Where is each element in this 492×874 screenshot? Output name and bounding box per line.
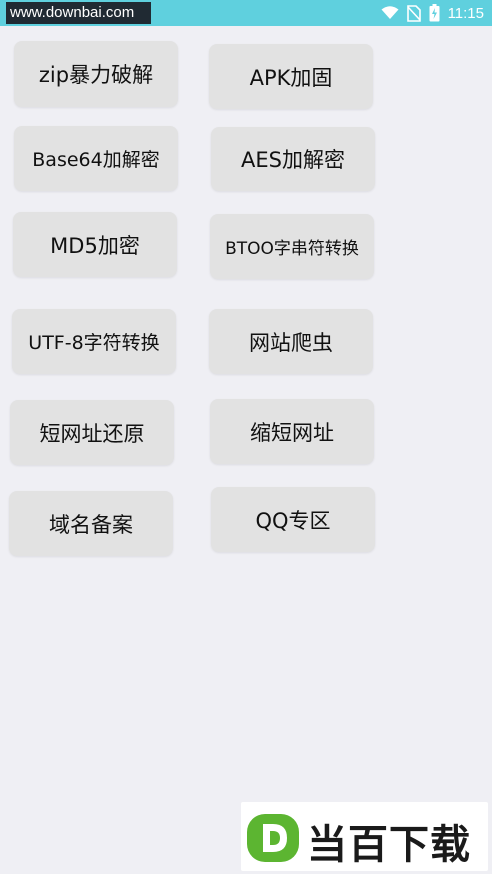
base64-button[interactable]: Base64加解密 — [14, 126, 178, 191]
shorten-url-button[interactable]: 缩短网址 — [210, 399, 374, 464]
battery-charging-icon — [429, 4, 440, 22]
short-url-restore-button[interactable]: 短网址还原 — [10, 400, 174, 465]
status-icons: 11:15 — [381, 0, 484, 26]
watermark-logo-text: 当百下载 — [307, 822, 471, 868]
wifi-icon — [381, 6, 399, 19]
apk-harden-button[interactable]: APK加固 — [209, 44, 373, 109]
domain-filing-button[interactable]: 域名备案 — [9, 491, 173, 556]
btoo-convert-button[interactable]: BTOO字串符转换 — [210, 214, 374, 279]
clock-time: 11:15 — [447, 4, 484, 22]
status-bar: www.downbai.com 11:15 — [0, 0, 492, 26]
qq-zone-button[interactable]: QQ专区 — [211, 487, 375, 552]
d-logo-icon — [247, 814, 299, 862]
md5-button[interactable]: MD5加密 — [13, 212, 177, 277]
web-crawler-button[interactable]: 网站爬虫 — [209, 309, 373, 374]
watermark-url: www.downbai.com — [6, 2, 151, 24]
zip-crack-button[interactable]: zip暴力破解 — [14, 41, 178, 107]
no-sim-icon — [406, 4, 421, 22]
aes-button[interactable]: AES加解密 — [211, 127, 375, 191]
utf8-convert-button[interactable]: UTF-8字符转换 — [12, 309, 176, 374]
watermark-logo: 当百下载 — [241, 802, 488, 871]
